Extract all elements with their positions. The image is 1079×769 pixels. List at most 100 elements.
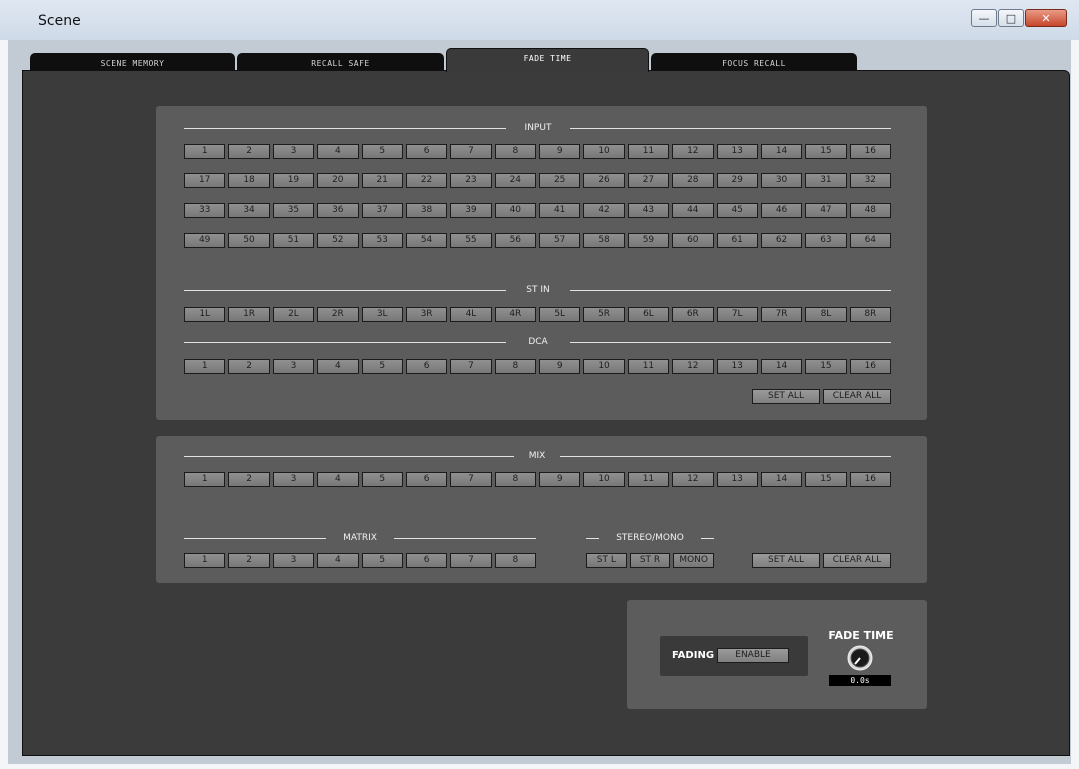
- input-ch-button-50[interactable]: 50: [228, 233, 270, 248]
- fade-time-knob[interactable]: [846, 644, 874, 672]
- matrix-button-5[interactable]: 5: [361, 553, 403, 568]
- dca-button-3[interactable]: 3: [272, 359, 315, 374]
- dca-button-8[interactable]: 8: [494, 359, 536, 374]
- input-ch-button-49[interactable]: 49: [184, 233, 226, 248]
- mix-button-6[interactable]: 6: [405, 472, 448, 487]
- dca-button-9[interactable]: 9: [539, 359, 581, 374]
- mix-button-2[interactable]: 2: [228, 472, 270, 487]
- input-ch-button-28[interactable]: 28: [672, 173, 714, 188]
- input-ch-button-19[interactable]: 19: [272, 173, 315, 188]
- dca-button-10[interactable]: 10: [583, 359, 625, 374]
- st-in-button-2l[interactable]: 2L: [272, 307, 315, 322]
- fading-enable-button[interactable]: ENABLE: [717, 648, 789, 663]
- st-in-button-6l[interactable]: 6L: [627, 307, 670, 322]
- input-ch-button-29[interactable]: 29: [716, 173, 758, 188]
- input-ch-button-35[interactable]: 35: [272, 203, 315, 218]
- dca-button-2[interactable]: 2: [228, 359, 270, 374]
- mix-button-4[interactable]: 4: [317, 472, 359, 487]
- input-ch-button-31[interactable]: 31: [805, 173, 847, 188]
- input-ch-button-58[interactable]: 58: [583, 233, 625, 248]
- mix-button-15[interactable]: 15: [805, 472, 847, 487]
- input-ch-button-20[interactable]: 20: [317, 173, 359, 188]
- stereo-mono-button-st-r[interactable]: ST R: [629, 553, 671, 568]
- input-ch-button-23[interactable]: 23: [450, 173, 492, 188]
- dca-button-16[interactable]: 16: [849, 359, 891, 374]
- matrix-button-4[interactable]: 4: [317, 553, 359, 568]
- input-ch-button-18[interactable]: 18: [228, 173, 270, 188]
- matrix-button-6[interactable]: 6: [405, 553, 448, 568]
- clear-all-button[interactable]: CLEAR ALL: [823, 553, 891, 568]
- set-all-button[interactable]: SET ALL: [752, 553, 820, 568]
- tab-fade-time[interactable]: FADE TIME: [446, 48, 649, 72]
- mix-button-13[interactable]: 13: [716, 472, 758, 487]
- dca-button-11[interactable]: 11: [627, 359, 670, 374]
- input-ch-button-14[interactable]: 14: [760, 144, 803, 159]
- stereo-mono-button-st-l[interactable]: ST L: [586, 553, 627, 568]
- dca-button-15[interactable]: 15: [805, 359, 847, 374]
- input-ch-button-26[interactable]: 26: [583, 173, 625, 188]
- dca-button-7[interactable]: 7: [450, 359, 492, 374]
- input-ch-button-43[interactable]: 43: [627, 203, 670, 218]
- st-in-button-3r[interactable]: 3R: [405, 307, 448, 322]
- input-ch-button-21[interactable]: 21: [361, 173, 403, 188]
- input-ch-button-5[interactable]: 5: [361, 144, 403, 159]
- dca-button-4[interactable]: 4: [317, 359, 359, 374]
- mix-button-16[interactable]: 16: [849, 472, 891, 487]
- minimize-button[interactable]: —: [971, 9, 997, 27]
- input-ch-button-8[interactable]: 8: [494, 144, 536, 159]
- input-ch-button-51[interactable]: 51: [272, 233, 315, 248]
- input-ch-button-42[interactable]: 42: [583, 203, 625, 218]
- st-in-button-5l[interactable]: 5L: [539, 307, 581, 322]
- input-ch-button-2[interactable]: 2: [228, 144, 270, 159]
- matrix-button-8[interactable]: 8: [494, 553, 536, 568]
- input-ch-button-46[interactable]: 46: [760, 203, 803, 218]
- mix-button-1[interactable]: 1: [184, 472, 226, 487]
- st-in-button-8l[interactable]: 8L: [805, 307, 847, 322]
- input-ch-button-52[interactable]: 52: [317, 233, 359, 248]
- st-in-button-4l[interactable]: 4L: [450, 307, 492, 322]
- st-in-button-5r[interactable]: 5R: [583, 307, 625, 322]
- st-in-button-7l[interactable]: 7L: [716, 307, 758, 322]
- st-in-button-3l[interactable]: 3L: [361, 307, 403, 322]
- input-ch-button-36[interactable]: 36: [317, 203, 359, 218]
- mix-button-14[interactable]: 14: [760, 472, 803, 487]
- stereo-mono-button-mono[interactable]: MONO: [673, 553, 714, 568]
- input-ch-button-37[interactable]: 37: [361, 203, 403, 218]
- input-ch-button-32[interactable]: 32: [849, 173, 891, 188]
- mix-button-5[interactable]: 5: [361, 472, 403, 487]
- dca-button-6[interactable]: 6: [405, 359, 448, 374]
- dca-button-13[interactable]: 13: [716, 359, 758, 374]
- input-ch-button-40[interactable]: 40: [494, 203, 536, 218]
- input-ch-button-10[interactable]: 10: [583, 144, 625, 159]
- close-button[interactable]: ✕: [1025, 9, 1067, 27]
- input-ch-button-33[interactable]: 33: [184, 203, 226, 218]
- input-ch-button-12[interactable]: 12: [672, 144, 714, 159]
- clear-all-button[interactable]: CLEAR ALL: [823, 389, 891, 404]
- input-ch-button-45[interactable]: 45: [716, 203, 758, 218]
- input-ch-button-39[interactable]: 39: [450, 203, 492, 218]
- mix-button-8[interactable]: 8: [494, 472, 536, 487]
- mix-button-9[interactable]: 9: [539, 472, 581, 487]
- input-ch-button-64[interactable]: 64: [849, 233, 891, 248]
- matrix-button-7[interactable]: 7: [450, 553, 492, 568]
- input-ch-button-11[interactable]: 11: [627, 144, 670, 159]
- input-ch-button-27[interactable]: 27: [627, 173, 670, 188]
- st-in-button-6r[interactable]: 6R: [672, 307, 714, 322]
- input-ch-button-57[interactable]: 57: [539, 233, 581, 248]
- input-ch-button-4[interactable]: 4: [317, 144, 359, 159]
- dca-button-5[interactable]: 5: [361, 359, 403, 374]
- input-ch-button-53[interactable]: 53: [361, 233, 403, 248]
- maximize-button[interactable]: □: [998, 9, 1024, 27]
- input-ch-button-60[interactable]: 60: [672, 233, 714, 248]
- input-ch-button-1[interactable]: 1: [184, 144, 226, 159]
- st-in-button-1r[interactable]: 1R: [228, 307, 270, 322]
- input-ch-button-59[interactable]: 59: [627, 233, 670, 248]
- input-ch-button-22[interactable]: 22: [405, 173, 448, 188]
- mix-button-12[interactable]: 12: [672, 472, 714, 487]
- input-ch-button-3[interactable]: 3: [272, 144, 315, 159]
- input-ch-button-63[interactable]: 63: [805, 233, 847, 248]
- input-ch-button-56[interactable]: 56: [494, 233, 536, 248]
- mix-button-10[interactable]: 10: [583, 472, 625, 487]
- input-ch-button-13[interactable]: 13: [716, 144, 758, 159]
- input-ch-button-48[interactable]: 48: [849, 203, 891, 218]
